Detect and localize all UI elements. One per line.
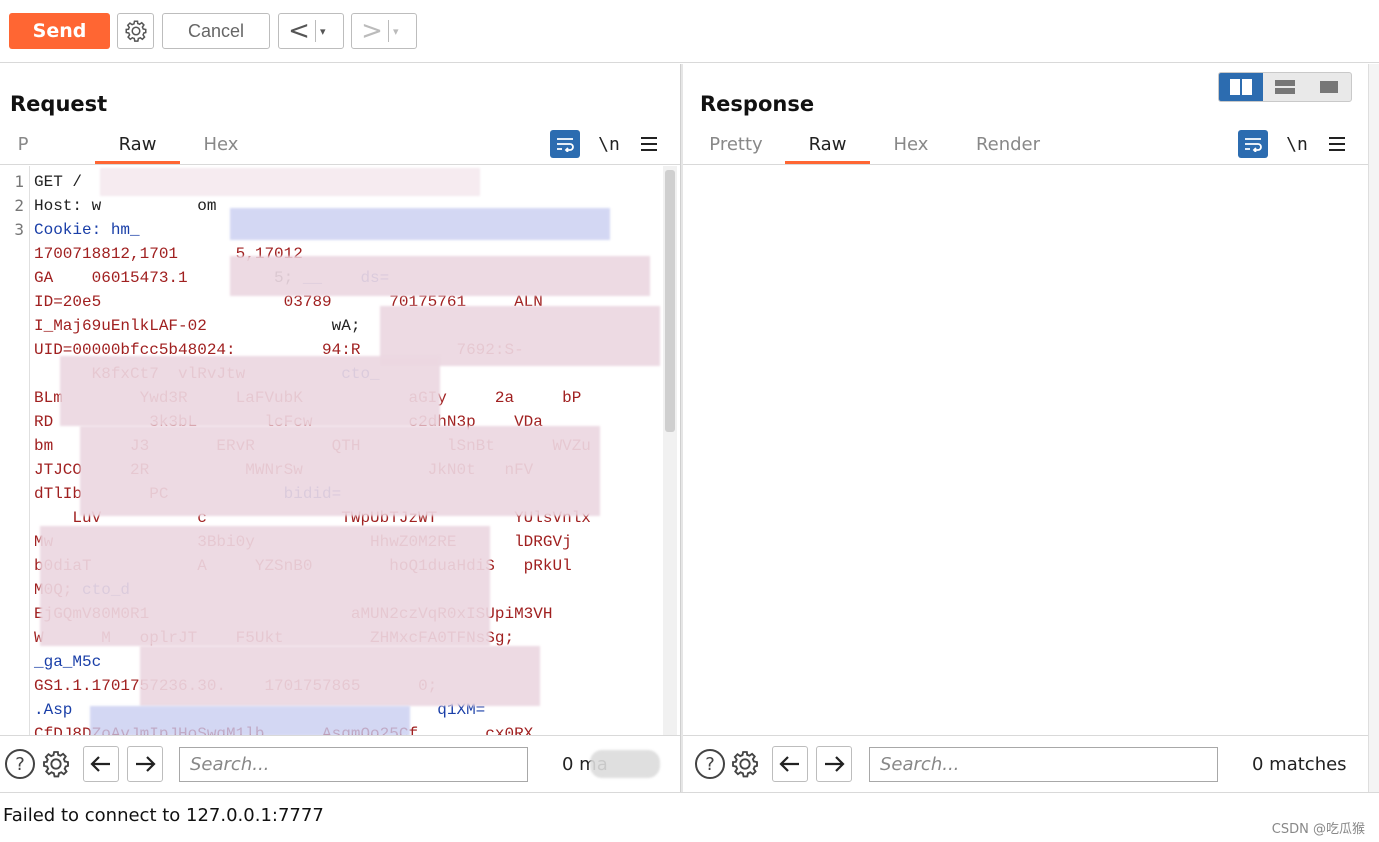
redaction-blur [80, 426, 600, 516]
redaction-blur [590, 750, 660, 778]
send-button[interactable]: Send [9, 13, 110, 49]
scrollbar-thumb[interactable] [665, 170, 675, 432]
hamburger-menu-icon[interactable] [638, 136, 660, 152]
tab-hex[interactable]: Hex [879, 134, 943, 164]
layout-single-button[interactable] [1307, 73, 1351, 101]
line-number-gutter: 1 2 3 [0, 166, 30, 736]
tab-render[interactable]: Render [963, 134, 1053, 164]
response-match-count: 0 matches [1252, 754, 1347, 775]
redaction-blur [40, 526, 490, 646]
button-separator [315, 20, 316, 42]
request-editor[interactable]: 1 2 3 GET / Host: w om Cookie: hm_ 17007188… [0, 166, 678, 736]
gear-icon[interactable] [729, 748, 761, 780]
line-number: 1 [14, 172, 24, 191]
arrow-right-icon [136, 756, 156, 772]
code-token: om [101, 197, 217, 215]
hamburger-menu-icon[interactable] [1326, 136, 1348, 152]
code-token: Host: w [34, 197, 102, 215]
watermark: CSDN @吃瓜猴 [1271, 822, 1365, 837]
single-panel-icon [1320, 81, 1338, 93]
line-number: 2 [14, 196, 24, 215]
tab-raw[interactable]: Raw [95, 134, 180, 164]
help-icon[interactable]: ? [4, 748, 36, 780]
chevron-left-icon: < [288, 16, 310, 46]
code-token: Cookie: hm_ [34, 221, 140, 239]
response-view-tools: \n [1238, 128, 1348, 160]
line-number: 3 [14, 220, 24, 239]
response-title: Response [700, 92, 815, 116]
word-wrap-button[interactable] [550, 130, 580, 158]
code-token: GA 06015473.1 [34, 269, 188, 287]
response-tabs: Pretty Raw Hex Render \n [683, 128, 1368, 165]
redaction-blur [230, 208, 610, 240]
request-scrollbar[interactable] [663, 166, 677, 736]
response-editor[interactable] [683, 166, 1366, 736]
show-newlines-button[interactable]: \n [1286, 134, 1308, 155]
tab-pretty[interactable]: Pretty [697, 134, 775, 164]
response-pane: Response Pretty Raw Hex Render \n ? Sear… [683, 64, 1368, 792]
layout-side-by-side-button[interactable] [1219, 73, 1263, 101]
redaction-blur [230, 256, 650, 296]
search-next-button[interactable] [127, 746, 163, 782]
response-search-bar: ? 0 matches [683, 735, 1368, 792]
history-forward-button[interactable]: > ▾ [351, 13, 417, 49]
arrow-left-icon [90, 756, 110, 772]
code-token: wA; [206, 317, 371, 335]
request-search-input[interactable] [179, 747, 528, 782]
cancel-button[interactable]: Cancel [162, 13, 270, 49]
svg-text:?: ? [705, 754, 715, 775]
request-view-tools: \n [550, 128, 660, 160]
arrow-right-icon [825, 756, 845, 772]
request-pane: Request P Raw Hex \n 1 2 3 GET / Host: w [0, 64, 680, 792]
history-back-button[interactable]: < ▾ [278, 13, 344, 49]
arrow-left-icon [779, 756, 799, 772]
response-search-input[interactable] [869, 747, 1218, 782]
request-search-bar: ? 0 ma [0, 735, 680, 792]
columns-icon [1230, 79, 1252, 95]
repeater-window: Send Cancel < ▾ > ▾ Request P Raw Hex \n [0, 0, 1379, 842]
search-previous-button[interactable] [83, 746, 119, 782]
word-wrap-icon [557, 138, 574, 152]
chevron-right-icon: > [361, 16, 383, 46]
code-token: _ga_M5c [34, 653, 102, 671]
search-previous-button[interactable] [772, 746, 808, 782]
request-tabs: P Raw Hex \n [0, 128, 680, 165]
chevron-down-icon[interactable]: ▾ [393, 25, 399, 38]
redaction-blur [100, 168, 480, 196]
redaction-blur [60, 356, 440, 426]
status-bar: Failed to connect to 127.0.0.1:7777 CSDN… [0, 792, 1379, 842]
rows-icon [1275, 80, 1295, 94]
show-newlines-button[interactable]: \n [598, 134, 620, 155]
request-title: Request [10, 92, 108, 116]
side-panel-edge [1368, 64, 1379, 792]
chevron-down-icon[interactable]: ▾ [320, 25, 326, 38]
word-wrap-button[interactable] [1238, 130, 1268, 158]
gear-icon[interactable] [40, 748, 72, 780]
layout-stacked-button[interactable] [1263, 73, 1307, 101]
gear-icon [124, 20, 147, 42]
button-separator [388, 20, 389, 42]
help-icon[interactable]: ? [694, 748, 726, 780]
svg-text:?: ? [15, 754, 25, 775]
code-token: I_Maj69uEnlkLAF-02 [34, 317, 207, 335]
tab-pretty[interactable]: P [10, 134, 36, 164]
code-token: GET / [34, 173, 83, 191]
redaction-blur [90, 706, 410, 736]
tab-raw[interactable]: Raw [785, 134, 870, 164]
search-next-button[interactable] [816, 746, 852, 782]
tab-hex[interactable]: Hex [185, 134, 257, 164]
word-wrap-icon [1245, 138, 1262, 152]
redaction-blur [140, 646, 540, 706]
toolbar: Send Cancel < ▾ > ▾ [0, 0, 1379, 63]
status-message: Failed to connect to 127.0.0.1:7777 [3, 805, 324, 826]
layout-toggle [1218, 72, 1352, 102]
settings-button[interactable] [117, 13, 154, 49]
